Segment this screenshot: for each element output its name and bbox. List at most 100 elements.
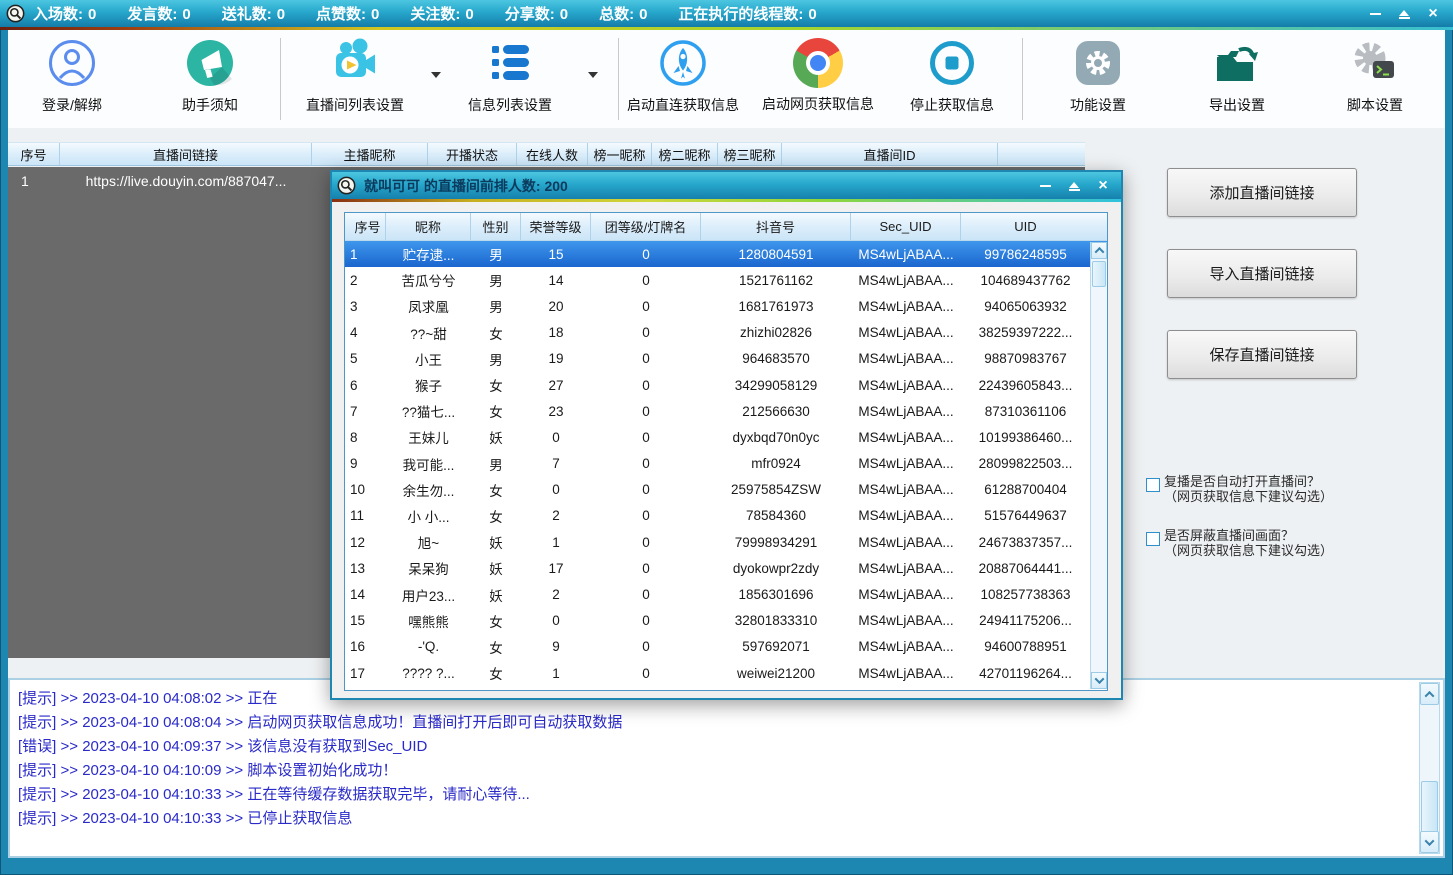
scroll-down-icon[interactable] <box>1420 831 1439 853</box>
cell-gender: 男 <box>471 244 521 264</box>
cell-nickname: 猴子 <box>386 375 471 395</box>
popup-table-row[interactable]: 10 余生勿... 女 0 0 25975854ZSW MS4wLjABAA..… <box>345 477 1107 503</box>
minimize-button[interactable] <box>1365 5 1385 23</box>
cell-gender: 女 <box>471 480 521 500</box>
log-line: [提示] >> 2023-04-10 04:08:04 >> 启动网页获取信息成… <box>18 711 1435 735</box>
cell-uid: 94065063932 <box>961 299 1090 314</box>
stat-label: 关注数: <box>410 6 460 23</box>
popup-minimize-button[interactable] <box>1035 177 1055 195</box>
scroll-down-icon[interactable] <box>1091 672 1107 689</box>
popup-header-fan-club[interactable]: 团等级/灯牌名 <box>591 213 701 240</box>
chrome-icon <box>793 38 843 88</box>
room-link-action-button[interactable]: 保存直播间链接 <box>1167 330 1357 379</box>
cell-gender: 女 <box>471 401 521 421</box>
popup-table-row[interactable]: 14 用户23... 妖 2 0 1856301696 MS4wLjABAA..… <box>345 581 1107 607</box>
room-link-action-button[interactable]: 添加直播间链接 <box>1167 168 1357 217</box>
popup-header-gender[interactable]: 性别 <box>471 213 521 240</box>
popup-close-button[interactable]: × <box>1093 177 1113 195</box>
popup-table-row[interactable]: 12 旭~ 妖 1 0 79998934291 MS4wLjABAA... 24… <box>345 529 1107 555</box>
popup-table-row[interactable]: 11 小 小... 女 2 0 78584360 MS4wLjABAA... 5… <box>345 503 1107 529</box>
popup-table-row[interactable]: 9 我可能... 男 7 0 mfr0924 MS4wLjABAA... 280… <box>345 451 1107 477</box>
popup-header-sec-uid[interactable]: Sec_UID <box>851 213 961 240</box>
cell-honor-level: 27 <box>521 378 591 393</box>
header-cell-top2-nickname[interactable]: 榜二昵称 <box>652 143 718 165</box>
assistant-notice-button[interactable]: 助手须知 <box>144 37 276 115</box>
start-direct-capture-button[interactable]: 启动直连获取信息 <box>617 37 749 115</box>
popup-table-row[interactable]: 5 小王 男 19 0 964683570 MS4wLjABAA... 9887… <box>345 346 1107 372</box>
popup-table-row[interactable]: 16 -'Q. 女 9 0 597692071 MS4wLjABAA... 94… <box>345 634 1107 660</box>
header-cell-room-id[interactable]: 直播间ID <box>782 143 998 165</box>
log-console: [提示] >> 2023-04-10 04:08:02 >> 正在 [提示] >… <box>8 678 1445 858</box>
popup-table-row[interactable]: 2 苦瓜兮兮 男 14 0 1521761162 MS4wLjABAA... 1… <box>345 267 1107 293</box>
scroll-up-icon[interactable] <box>1091 242 1107 259</box>
popup-scrollbar[interactable] <box>1090 242 1107 689</box>
stat-value: 0 <box>182 6 190 23</box>
checkbox-label-line1: 复播是否自动打开直播间？ <box>1164 474 1333 489</box>
popup-table-row[interactable]: 3 凤求凰 男 20 0 1681761973 MS4wLjABAA... 94… <box>345 293 1107 319</box>
cell-nickname: 苦瓜兮兮 <box>386 270 471 290</box>
cell-honor-level: 15 <box>521 247 591 262</box>
header-cell-top1-nickname[interactable]: 榜一昵称 <box>588 143 652 165</box>
header-cell-room-link[interactable]: 直播间链接 <box>60 143 312 165</box>
popup-accent-strip <box>332 199 1121 202</box>
export-settings-button[interactable]: 导出设置 <box>1171 37 1303 115</box>
popup-table-row[interactable]: 6 猴子 女 27 0 34299058129 MS4wLjABAA... 22… <box>345 372 1107 398</box>
scroll-up-icon[interactable] <box>1420 683 1439 705</box>
popup-table-row[interactable]: 13 呆呆狗 妖 17 0 dyokowpr2zdy MS4wLjABAA...… <box>345 555 1107 581</box>
cell-honor-level: 0 <box>521 430 591 445</box>
popup-header-index[interactable]: 序号 <box>345 213 386 240</box>
popup-table-row[interactable]: 8 王妹儿 妖 0 0 dyxbqd70n0yc MS4wLjABAA... 1… <box>345 424 1107 450</box>
cell-douyin-id: 212566630 <box>701 404 851 419</box>
title-bar: 入场数:0 发言数:0 送礼数:0 点赞数:0 关注数:0 <box>0 0 1453 27</box>
stop-capture-button[interactable]: 停止获取信息 <box>886 37 1018 115</box>
maximize-button[interactable] <box>1394 5 1414 23</box>
popup-maximize-button[interactable] <box>1064 177 1084 195</box>
popup-header-uid[interactable]: UID <box>961 213 1090 240</box>
script-settings-button[interactable]: 脚本设置 <box>1309 37 1441 115</box>
cell-nickname: 小酒... <box>386 689 471 690</box>
room-list-dropdown-arrow-icon[interactable] <box>431 72 441 78</box>
popup-table-row[interactable]: 4 ??~甜 女 18 0 zhizhi02826 MS4wLjABAA... … <box>345 320 1107 346</box>
header-cell-live-status[interactable]: 开播状态 <box>428 143 517 165</box>
cell-douyin-id: 597692071 <box>701 639 851 654</box>
header-cell-anchor-nickname[interactable]: 主播昵称 <box>312 143 428 165</box>
stat-item: 分享数:0 <box>505 3 573 24</box>
room-link-action-button[interactable]: 导入直播间链接 <box>1167 249 1357 298</box>
popup-header-honor-level[interactable]: 荣誉等级 <box>521 213 591 240</box>
close-button[interactable]: × <box>1423 5 1443 23</box>
header-cell-online-count[interactable]: 在线人数 <box>517 143 588 165</box>
header-cell-top3-nickname[interactable]: 榜三昵称 <box>718 143 782 165</box>
megaphone-icon <box>184 37 236 89</box>
cell-nickname: 嘿熊熊 <box>386 611 471 631</box>
checkbox[interactable] <box>1146 478 1160 492</box>
cell-sec-uid: MS4wLjABAA... <box>851 378 961 393</box>
popup-header-douyin-id[interactable]: 抖音号 <box>701 213 851 240</box>
start-web-capture-button[interactable]: 启动网页获取信息 <box>752 37 884 114</box>
log-scrollbar[interactable] <box>1419 682 1440 854</box>
popup-table-row[interactable]: 18 小酒... 妖 3 0 ... MS4wLjABAA... ... <box>345 686 1107 690</box>
info-list-dropdown-arrow-icon[interactable] <box>588 72 598 78</box>
function-settings-button[interactable]: 功能设置 <box>1032 37 1164 115</box>
popup-table-row[interactable]: 15 嘿熊熊 女 0 0 32801833310 MS4wLjABAA... 2… <box>345 608 1107 634</box>
info-list-settings-button[interactable]: 信息列表设置 <box>444 37 576 115</box>
cell-uid: 24673837357... <box>961 535 1090 550</box>
popup-table-row[interactable]: 17 ???? ?... 女 1 0 weiwei21200 MS4wLjABA… <box>345 660 1107 686</box>
popup-table-row[interactable]: 1 贮存逮... 男 15 0 1280804591 MS4wLjABAA...… <box>345 241 1107 267</box>
scrollbar-thumb[interactable] <box>1092 261 1106 287</box>
header-cell-index[interactable]: 序号 <box>8 143 60 165</box>
cell-sec-uid: MS4wLjABAA... <box>851 430 961 445</box>
login-unbind-button[interactable]: 登录/解绑 <box>6 37 138 115</box>
checkbox-label-line1: 是否屏蔽直播间画面？ <box>1164 528 1333 543</box>
script-gear-icon <box>1349 37 1401 89</box>
popup-table-row[interactable]: 7 ??猫七... 女 23 0 212566630 MS4wLjABAA...… <box>345 398 1107 424</box>
toolbar-button-label: 直播间列表设置 <box>289 95 421 115</box>
cell-gender: 女 <box>471 323 521 343</box>
cell-honor-level: 0 <box>521 613 591 628</box>
room-list-settings-button[interactable]: 直播间列表设置 <box>289 37 421 115</box>
cell-index: 10 <box>345 482 386 497</box>
cell-sec-uid: MS4wLjABAA... <box>851 587 961 602</box>
cell-uid: 99786248595 <box>961 247 1090 262</box>
toolbar: 登录/解绑 助手须知 直播间列表设置 <box>8 30 1445 128</box>
checkbox[interactable] <box>1146 532 1160 546</box>
popup-header-nickname[interactable]: 昵称 <box>386 213 471 240</box>
